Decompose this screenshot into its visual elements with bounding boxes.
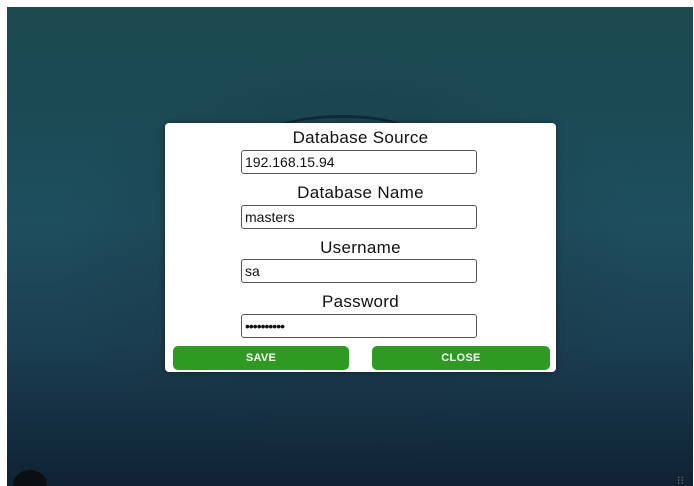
password-label: Password <box>321 292 400 311</box>
database-settings-dialog: Database Source Database Name Username P… <box>165 123 556 372</box>
save-button[interactable]: SAVE <box>173 346 349 370</box>
password-input[interactable] <box>241 314 477 338</box>
nav-icon: ⁝⁝ <box>677 475 684 486</box>
database-source-input[interactable] <box>241 150 477 174</box>
database-name-label: Database Name <box>297 183 424 202</box>
username-input[interactable] <box>241 259 477 283</box>
database-name-input[interactable] <box>241 205 477 229</box>
close-button[interactable]: CLOSE <box>372 346 550 370</box>
avatar-icon <box>13 470 47 486</box>
username-label: Username <box>320 238 401 257</box>
database-source-label: Database Source <box>292 128 429 147</box>
